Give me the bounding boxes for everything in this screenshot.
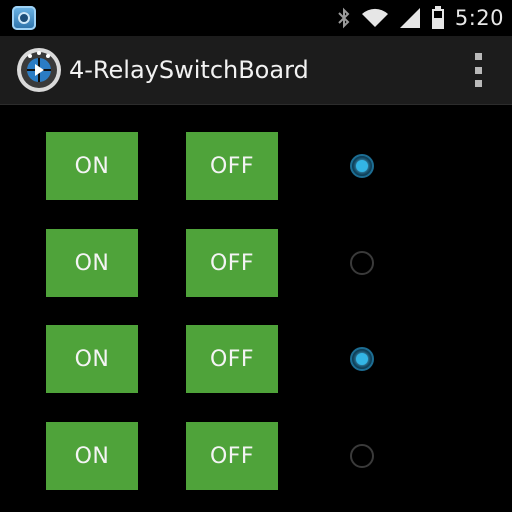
relay-3-on-button[interactable]: ON	[46, 325, 138, 393]
relay-4-off-button[interactable]: OFF	[186, 422, 278, 490]
relay-1-on-button[interactable]: ON	[46, 132, 138, 200]
relay-row-4: ON OFF	[0, 422, 512, 492]
bluetooth-icon	[338, 7, 350, 29]
relay-list: ON OFF ON OFF ON OFF ON OFF	[0, 104, 512, 512]
wifi-icon	[361, 8, 388, 27]
status-clock: 5:20	[454, 6, 504, 30]
relay-4-status-radio[interactable]	[350, 444, 374, 468]
relay-row-2: ON OFF	[0, 229, 512, 299]
relay-2-off-button[interactable]: OFF	[186, 229, 278, 297]
relay-3-off-button[interactable]: OFF	[186, 325, 278, 393]
signal-icon	[399, 8, 420, 28]
app-logo-icon	[17, 48, 61, 92]
app-notification-icon	[12, 6, 36, 30]
status-bar: 5:20	[0, 0, 512, 36]
relay-row-1: ON OFF	[0, 132, 512, 202]
relay-row-3: ON OFF	[0, 325, 512, 395]
relay-1-off-button[interactable]: OFF	[186, 132, 278, 200]
relay-3-status-radio[interactable]	[350, 347, 374, 371]
screen: 5:20 4-RelaySwitchBoard ON OFF ON OFF ON…	[0, 0, 512, 512]
action-bar: 4-RelaySwitchBoard	[0, 36, 512, 105]
relay-2-on-button[interactable]: ON	[46, 229, 138, 297]
status-icons: 5:20	[337, 0, 504, 36]
overflow-menu-icon[interactable]	[468, 53, 488, 87]
relay-1-status-radio[interactable]	[350, 154, 374, 178]
relay-2-status-radio[interactable]	[350, 251, 374, 275]
relay-4-on-button[interactable]: ON	[46, 422, 138, 490]
app-title: 4-RelaySwitchBoard	[69, 56, 309, 84]
battery-icon	[431, 6, 444, 29]
